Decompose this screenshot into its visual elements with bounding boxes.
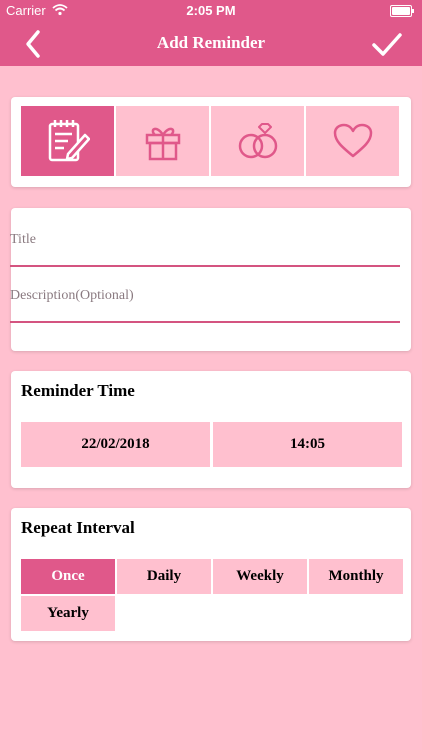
description-underline [10, 321, 400, 323]
repeat-option-yearly[interactable]: Yearly [21, 596, 115, 631]
status-time: 2:05 PM [186, 3, 236, 18]
rings-icon [238, 123, 277, 159]
gift-icon [145, 127, 180, 161]
description-placeholder: Description(Optional) [10, 288, 134, 303]
title-placeholder: Title [10, 232, 36, 247]
battery-icon [390, 5, 414, 17]
repeat-option-once[interactable]: Once [21, 559, 115, 594]
category-card [11, 97, 411, 187]
title-field[interactable]: Title [10, 225, 400, 267]
category-gift[interactable] [116, 106, 209, 176]
repeat-option-weekly[interactable]: Weekly [213, 559, 307, 594]
category-love[interactable] [306, 106, 399, 176]
repeat-option-daily[interactable]: Daily [117, 559, 211, 594]
reminder-time-row: 22/02/2018 14:05 [21, 422, 402, 467]
title-underline [10, 265, 400, 267]
nav-bar: Add Reminder [0, 22, 422, 66]
category-notes[interactable] [21, 106, 114, 176]
date-picker-button[interactable]: 22/02/2018 [21, 422, 210, 467]
notepad-icon [48, 120, 90, 162]
repeat-interval-heading: Repeat Interval [21, 518, 135, 537]
status-bar: Carrier 2:05 PM [0, 0, 422, 22]
page-title: Add Reminder [156, 33, 266, 52]
category-selector [21, 106, 399, 176]
category-wedding[interactable] [211, 106, 304, 176]
repeat-option-monthly[interactable]: Monthly [309, 559, 403, 594]
heart-icon [333, 123, 372, 158]
checkmark-icon [372, 33, 402, 56]
reminder-time-heading: Reminder Time [21, 381, 135, 400]
save-button[interactable] [370, 28, 404, 60]
reminder-time-card: Reminder Time 22/02/2018 14:05 [11, 371, 411, 488]
description-field[interactable]: Description(Optional) [10, 281, 400, 323]
time-picker-button[interactable]: 14:05 [213, 422, 402, 467]
repeat-options: Once Daily Weekly Monthly Yearly [21, 559, 403, 631]
repeat-interval-card: Repeat Interval Once Daily Weekly Monthl… [11, 508, 411, 641]
